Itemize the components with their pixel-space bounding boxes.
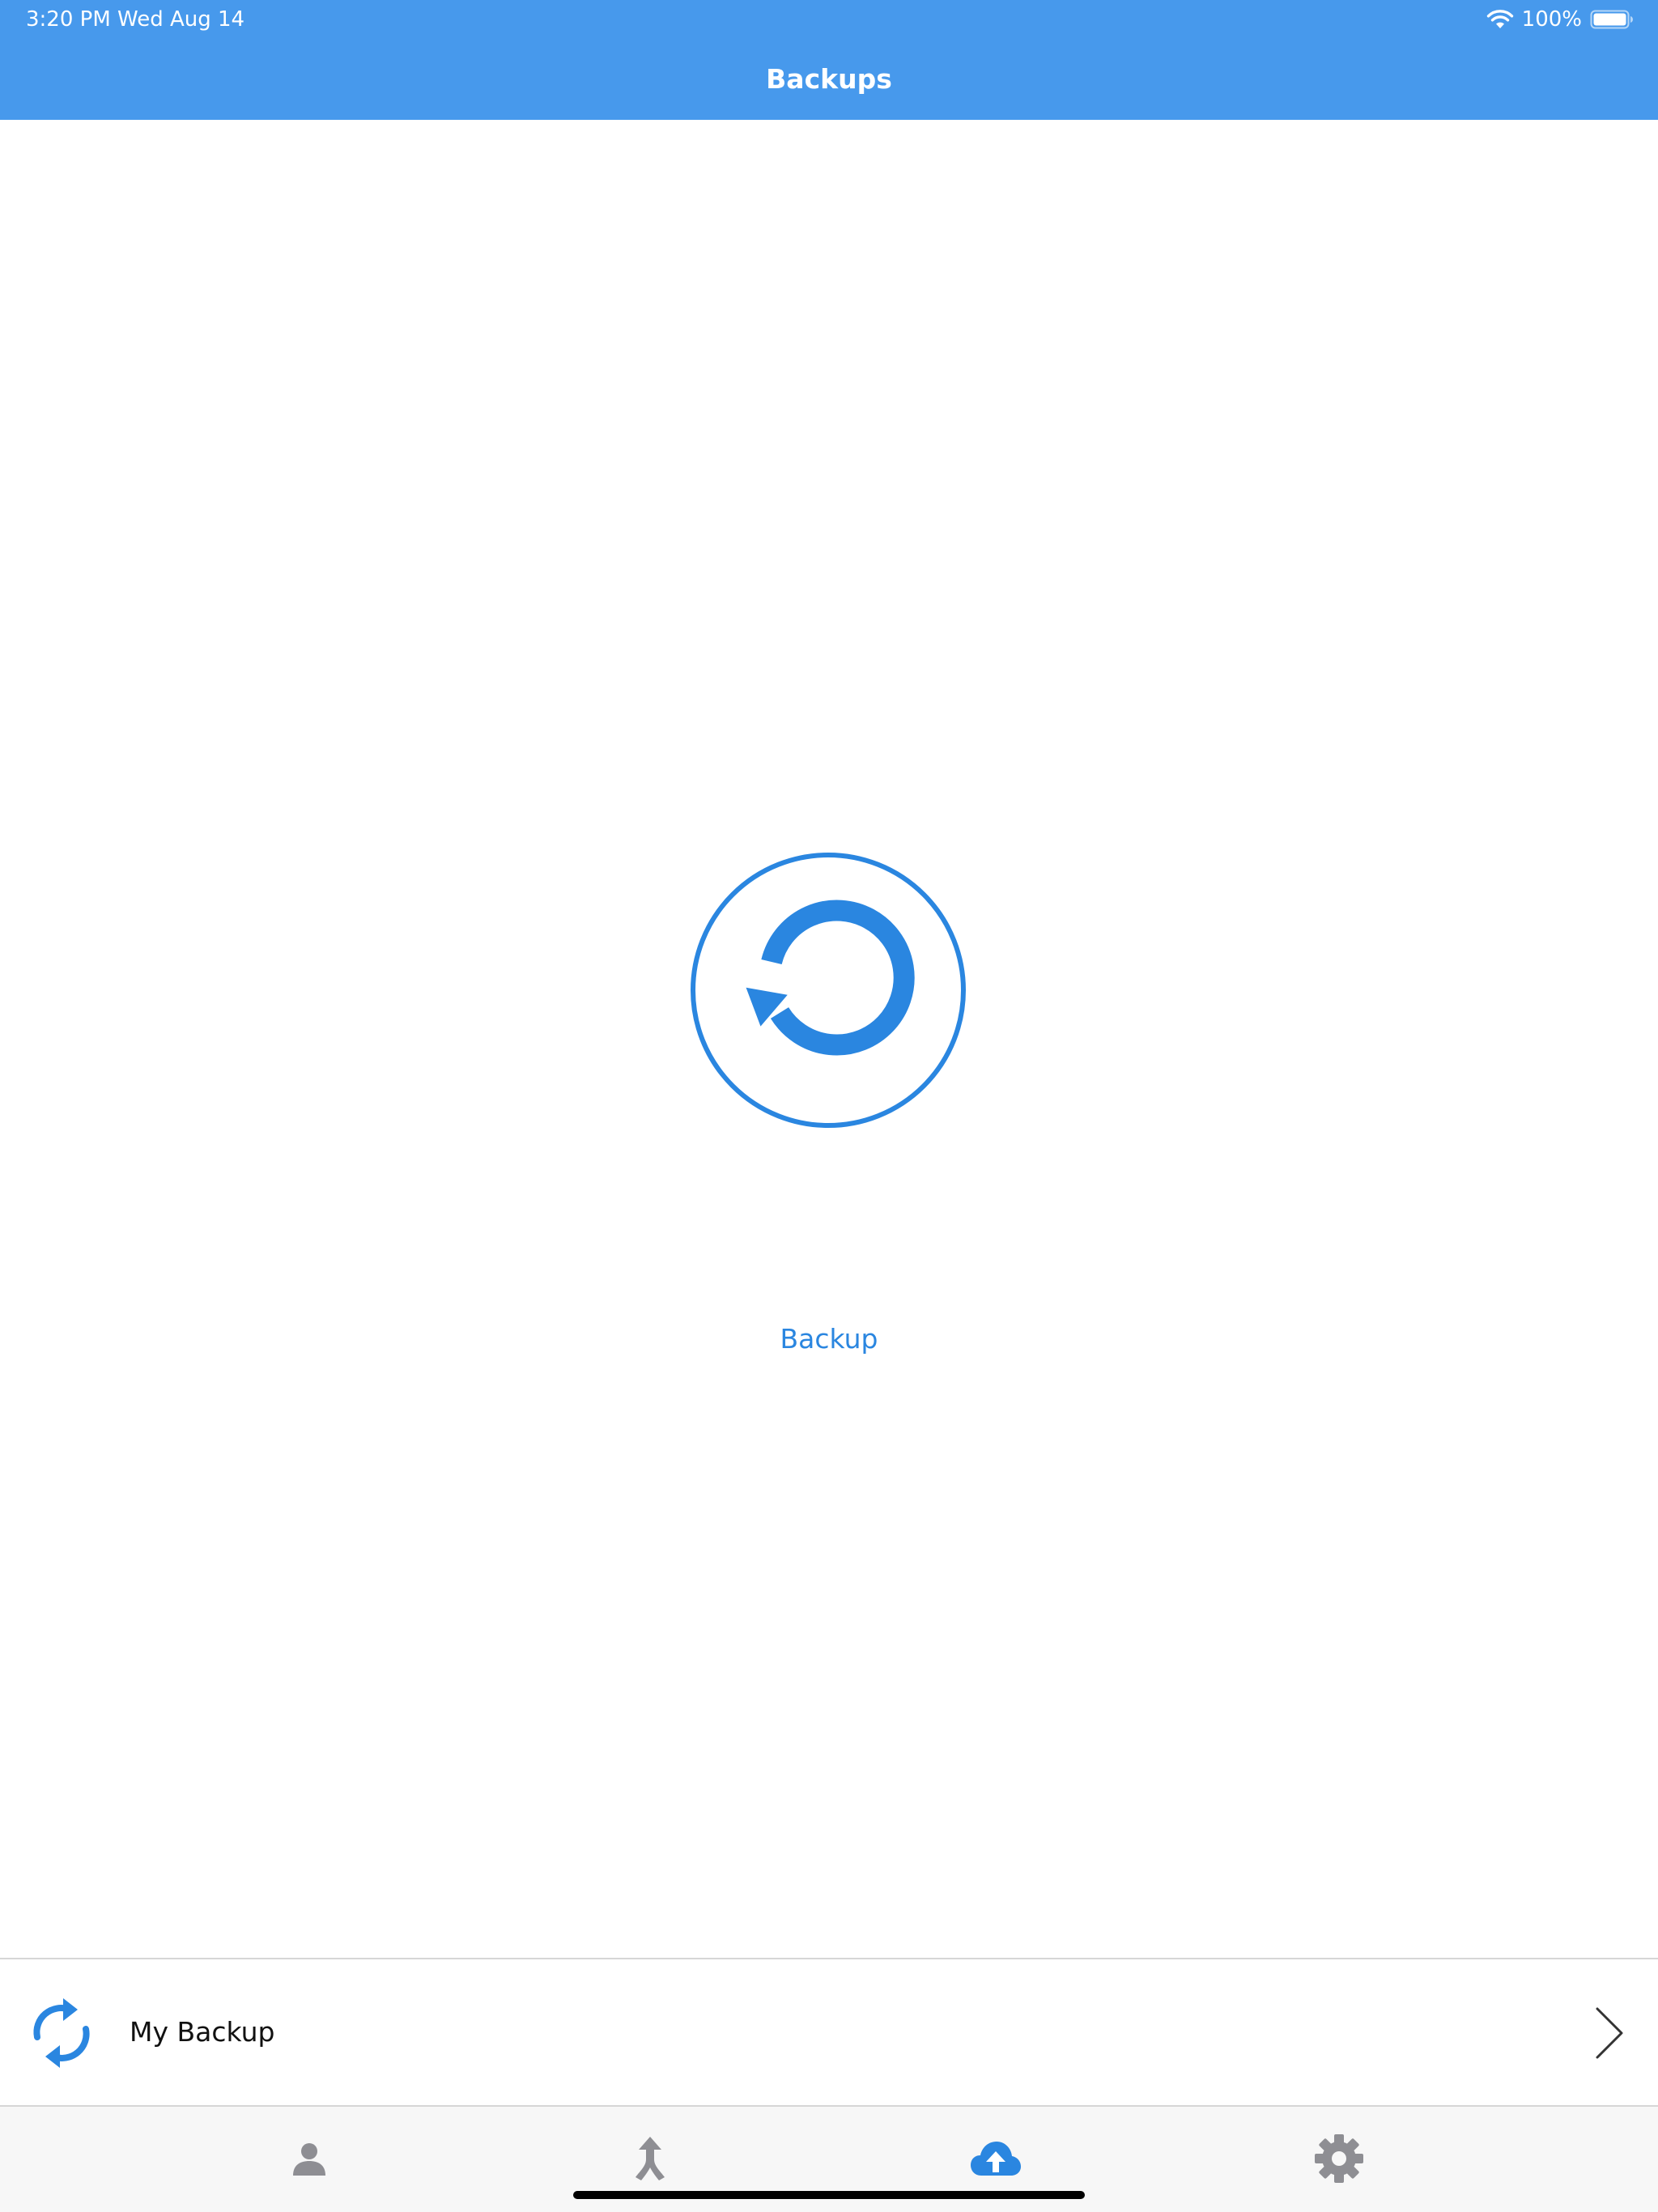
wifi-icon [1486,10,1513,28]
status-time-date: 3:20 PM Wed Aug 14 [26,7,245,32]
battery-icon [1590,10,1633,29]
home-indicator[interactable] [573,2191,1085,2199]
tab-merge[interactable] [602,2126,699,2191]
cloud-upload-icon [971,2142,1021,2176]
merge-arrow-icon [636,2137,665,2180]
my-backup-row[interactable]: My Backup [0,1959,1658,2105]
gear-icon [1315,2134,1363,2183]
tab-profile[interactable] [261,2126,358,2191]
list-item-label: My Backup [130,2016,275,2048]
page-title: Backups [766,63,892,95]
status-indicators: 100% [1486,6,1634,32]
tab-settings[interactable] [1290,2126,1388,2191]
refresh-circle-icon [691,853,966,1128]
chevron-right-icon [1596,2007,1623,2059]
backup-circle-button[interactable] [690,852,967,1129]
sync-icon [33,1998,90,2068]
tab-backups[interactable] [947,2126,1044,2191]
backups-screen: 3:20 PM Wed Aug 14 100% Backups Backup M… [0,0,1658,2212]
battery-percentage: 100% [1521,7,1582,32]
backup-link[interactable]: Backup [667,1317,991,1362]
navigation-bar: 3:20 PM Wed Aug 14 100% Backups [0,0,1658,120]
person-icon [293,2143,325,2176]
